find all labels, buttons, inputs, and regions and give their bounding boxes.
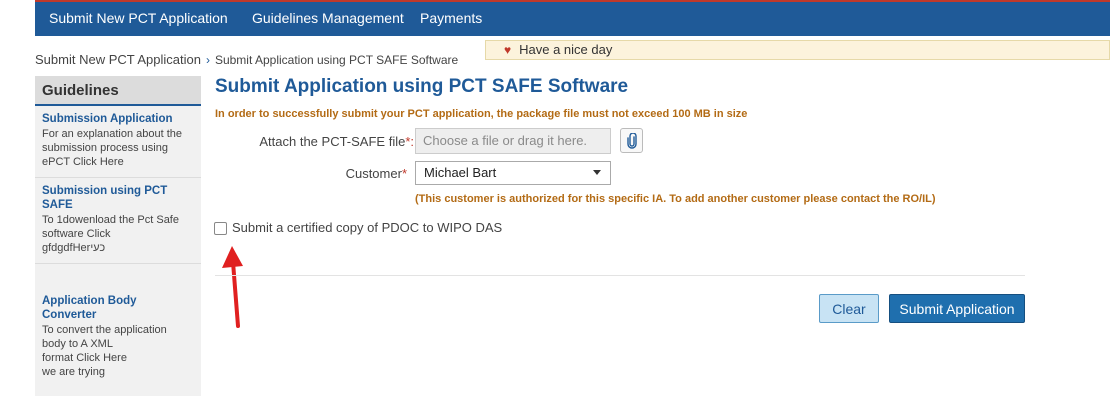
file-size-warning: In order to successfully submit your PCT… — [215, 108, 748, 120]
sidebar-title: Guidelines — [35, 76, 201, 106]
certified-copy-checkbox[interactable] — [214, 222, 227, 235]
nav-payments[interactable]: Payments — [420, 10, 482, 26]
chevron-down-icon — [593, 170, 601, 175]
guideline-text: body to A XML — [42, 338, 113, 350]
required-marker: *: — [405, 134, 414, 149]
customer-label: Customer* — [346, 166, 407, 181]
attach-file-label: Attach the PCT-SAFE file*: — [259, 134, 414, 149]
guideline-link[interactable]: ePCT Click Here — [42, 155, 194, 169]
guideline-title[interactable]: Submission Application — [42, 112, 194, 126]
guideline-link[interactable]: gfdgdfHerכעי — [42, 241, 194, 255]
guideline-text: To convert the application — [42, 324, 167, 336]
breadcrumb-parent-link[interactable]: Submit New PCT Application — [35, 52, 201, 67]
attach-file-button[interactable] — [620, 128, 643, 153]
page-title: Submit Application using PCT SAFE Softwa… — [215, 76, 629, 97]
paperclip-icon — [627, 133, 637, 149]
top-navigation-bar: Submit New PCT Application Guidelines Ma… — [35, 0, 1110, 36]
red-arrow-annotation-icon — [222, 246, 243, 328]
guideline-link[interactable]: format Click Here — [42, 351, 194, 365]
guideline-title-line[interactable]: Submission using PCT — [42, 184, 194, 198]
submit-application-button[interactable]: Submit Application — [889, 294, 1025, 323]
form-divider — [215, 275, 1025, 276]
heart-icon: ♥ — [504, 43, 512, 57]
nav-submit-new-pct-application[interactable]: Submit New PCT Application — [49, 10, 228, 26]
nav-guidelines-management[interactable]: Guidelines Management — [252, 10, 404, 26]
guideline-text: For an explanation about the — [42, 128, 183, 140]
guideline-item-submission-application[interactable]: Submission Application For an explanatio… — [35, 106, 201, 178]
message-text: Have a nice day — [519, 42, 613, 57]
message-bar: ♥ Have a nice day — [485, 40, 1110, 60]
guideline-title-line[interactable]: SAFE — [42, 198, 194, 212]
clear-button[interactable]: Clear — [819, 294, 879, 323]
guideline-text: submission process using — [42, 142, 168, 154]
file-upload-input[interactable]: Choose a file or drag it here. — [415, 128, 611, 154]
guideline-text: software Click — [42, 228, 111, 240]
guideline-text: To 1dowenload the Pct Safe — [42, 214, 179, 226]
customer-select-value: Michael Bart — [424, 165, 497, 180]
guideline-title[interactable]: Submission using PCT SAFE — [42, 184, 194, 212]
breadcrumb-current: Submit Application using PCT SAFE Softwa… — [214, 53, 459, 67]
required-marker: * — [401, 166, 407, 181]
chevron-right-icon: › — [205, 53, 210, 67]
attach-file-label-text: Attach the PCT-SAFE file — [259, 134, 406, 149]
breadcrumb: Submit New PCT Application › Submit Applic… — [35, 52, 458, 67]
guidelines-sidebar: Guidelines Submission Application For an… — [35, 76, 201, 396]
customer-select[interactable]: Michael Bart — [415, 161, 611, 185]
guideline-item-application-body-converter[interactable]: Application Body Converter To convert th… — [35, 264, 201, 387]
customer-label-text: Customer — [345, 166, 402, 181]
guideline-item-submission-using-pct-safe[interactable]: Submission using PCT SAFE To 1dowenload … — [35, 178, 201, 264]
guideline-text: we are trying — [42, 366, 105, 378]
customer-note: (This customer is authorized for this sp… — [415, 193, 936, 205]
guideline-title[interactable]: Application Body Converter — [42, 294, 194, 322]
certified-copy-label[interactable]: Submit a certified copy of PDOC to WIPO … — [232, 220, 502, 235]
